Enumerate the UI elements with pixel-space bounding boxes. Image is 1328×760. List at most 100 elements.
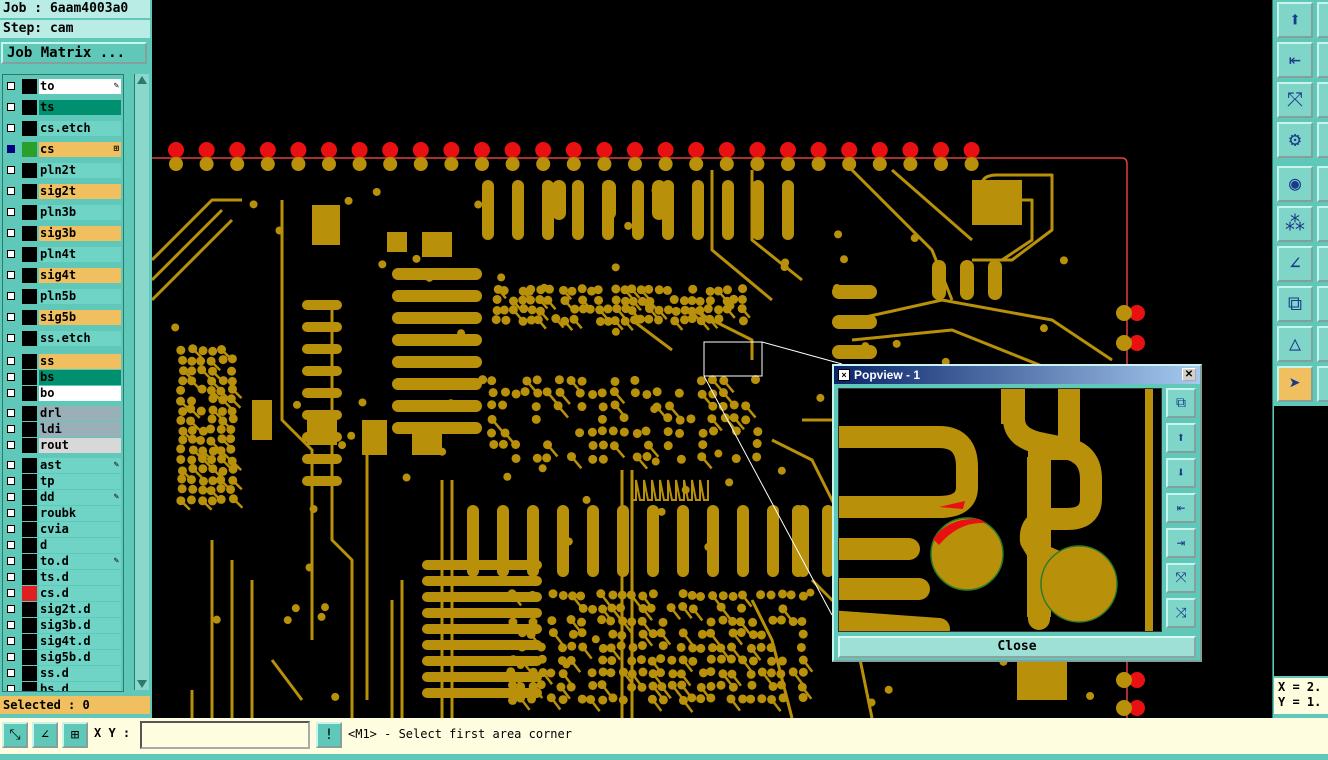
layer-name[interactable]: rout xyxy=(39,438,121,453)
layer-checkbox[interactable] xyxy=(7,187,15,195)
layer-row-ss[interactable]: ss xyxy=(3,354,123,369)
popview-titlebar[interactable]: × Popview - 1 ✕ xyxy=(834,366,1200,384)
layer-checkbox[interactable] xyxy=(7,425,15,433)
layer-color-swatch[interactable] xyxy=(22,370,37,385)
popview-close-button[interactable]: Close xyxy=(838,636,1196,658)
layer-row-bs[interactable]: bs xyxy=(3,370,123,385)
layer-name[interactable]: d xyxy=(39,538,121,553)
layer-row-tp[interactable]: tp xyxy=(3,474,123,489)
layer-name[interactable]: sig5b.d xyxy=(39,650,121,665)
layer-checkbox[interactable] xyxy=(7,250,15,258)
layer-checkbox[interactable] xyxy=(7,229,15,237)
layer-name[interactable]: sig5b xyxy=(39,310,121,325)
triangle-tool-button[interactable]: △ xyxy=(1277,326,1313,362)
layer-color-swatch[interactable] xyxy=(22,121,37,136)
layer-row-pln5b[interactable]: pln5b xyxy=(3,289,123,304)
layer-name[interactable]: ss xyxy=(39,354,121,369)
layer-color-swatch[interactable] xyxy=(22,100,37,115)
layer-color-swatch[interactable] xyxy=(22,310,37,325)
layer-checkbox[interactable] xyxy=(7,637,15,645)
layer-color-swatch[interactable] xyxy=(22,522,37,537)
layer-checkbox[interactable] xyxy=(7,409,15,417)
layer-color-swatch[interactable] xyxy=(22,650,37,665)
layer-name[interactable]: bs xyxy=(39,370,121,385)
layer-checkbox[interactable] xyxy=(7,589,15,597)
extra-tool-button[interactable] xyxy=(1317,122,1328,158)
layer-row-cs[interactable]: cs ⊞ xyxy=(3,142,123,157)
layer-checkbox[interactable] xyxy=(7,541,15,549)
layer-color-swatch[interactable] xyxy=(22,586,37,601)
layer-color-swatch[interactable] xyxy=(22,538,37,553)
extra-tool-button[interactable] xyxy=(1317,82,1328,118)
layer-row-sig3b[interactable]: sig3b xyxy=(3,226,123,241)
layer-color-swatch[interactable] xyxy=(22,438,37,453)
layer-color-swatch[interactable] xyxy=(22,422,37,437)
layer-color-swatch[interactable] xyxy=(22,226,37,241)
layer-color-swatch[interactable] xyxy=(22,386,37,401)
frame-right-button[interactable]: ⇥ xyxy=(1166,528,1196,558)
layer-color-swatch[interactable] xyxy=(22,666,37,681)
layer-name[interactable]: drl xyxy=(39,406,121,421)
layer-row-sig5b[interactable]: sig5b xyxy=(3,310,123,325)
layer-name[interactable]: cs.d xyxy=(39,586,121,601)
layer-name[interactable]: to ✎ xyxy=(39,79,121,94)
layer-name[interactable]: ss.d xyxy=(39,666,121,681)
frame-left-button[interactable]: ⇤ xyxy=(1166,493,1196,523)
fit-view-button[interactable]: ⧉ xyxy=(1166,388,1196,418)
frame-up-tool-button[interactable]: ⬆ xyxy=(1277,2,1313,38)
extra-tool-button[interactable] xyxy=(1317,366,1328,402)
layer-color-swatch[interactable] xyxy=(22,354,37,369)
popview-close-icon[interactable]: ✕ xyxy=(1182,368,1196,381)
layer-name[interactable]: pln2t xyxy=(39,163,121,178)
layer-row-sig5b-d[interactable]: sig5b.d xyxy=(3,650,123,665)
snap-tool-button[interactable]: ◉ xyxy=(1277,166,1313,202)
layer-name[interactable]: sig3b.d xyxy=(39,618,121,633)
extra-tool-button[interactable] xyxy=(1317,246,1328,282)
zoom-out-button[interactable]: ⤧ xyxy=(1166,563,1196,593)
layer-name[interactable]: cs ⊞ xyxy=(39,142,121,157)
xy-input[interactable] xyxy=(140,721,310,749)
layer-color-swatch[interactable] xyxy=(22,570,37,585)
layer-row-sig4t-d[interactable]: sig4t.d xyxy=(3,634,123,649)
extra-tool-button[interactable] xyxy=(1317,326,1328,362)
layer-name[interactable]: sig2t.d xyxy=(39,602,121,617)
layer-color-swatch[interactable] xyxy=(22,458,37,473)
layer-row-pln2t[interactable]: pln2t xyxy=(3,163,123,178)
layer-name[interactable]: ts.d xyxy=(39,570,121,585)
layer-name[interactable]: roubk xyxy=(39,506,121,521)
layer-row-to[interactable]: to ✎ xyxy=(3,79,123,94)
layer-checkbox[interactable] xyxy=(7,685,15,691)
layer-checkbox[interactable] xyxy=(7,573,15,581)
measure-button[interactable]: ∠ xyxy=(32,722,58,748)
layer-name[interactable]: tp xyxy=(39,474,121,489)
layer-color-swatch[interactable] xyxy=(22,79,37,94)
layer-checkbox[interactable] xyxy=(7,509,15,517)
layer-color-swatch[interactable] xyxy=(22,474,37,489)
layer-name[interactable]: cvia xyxy=(39,522,121,537)
popview-canvas[interactable] xyxy=(838,388,1162,632)
layer-checkbox[interactable] xyxy=(7,145,15,153)
zoom-in-button[interactable]: ⤨ xyxy=(1166,598,1196,628)
frame-left-tool-button[interactable]: ⇤ xyxy=(1277,42,1313,78)
layer-row-sig2t[interactable]: sig2t xyxy=(3,184,123,199)
layer-color-swatch[interactable] xyxy=(22,618,37,633)
layer-row-sig3b-d[interactable]: sig3b.d xyxy=(3,618,123,633)
layer-checkbox[interactable] xyxy=(7,103,15,111)
layer-name[interactable]: ss.etch xyxy=(39,331,121,346)
layer-row-bo[interactable]: bo xyxy=(3,386,123,401)
layer-checkbox[interactable] xyxy=(7,373,15,381)
extra-tool-button[interactable] xyxy=(1317,206,1328,242)
layer-checkbox[interactable] xyxy=(7,389,15,397)
layer-checkbox[interactable] xyxy=(7,82,15,90)
alert-button[interactable]: ! xyxy=(316,722,342,748)
layer-row-d[interactable]: d xyxy=(3,538,123,553)
nodes-tool-button[interactable]: ⁂ xyxy=(1277,206,1313,242)
layer-checkbox[interactable] xyxy=(7,292,15,300)
layer-scrollbar[interactable] xyxy=(134,74,149,690)
layer-checkbox[interactable] xyxy=(7,461,15,469)
layer-row-dd[interactable]: dd ✎ xyxy=(3,490,123,505)
layer-color-swatch[interactable] xyxy=(22,682,37,691)
layer-name[interactable]: sig4t.d xyxy=(39,634,121,649)
layer-checkbox[interactable] xyxy=(7,669,15,677)
layer-row-ts[interactable]: ts xyxy=(3,100,123,115)
